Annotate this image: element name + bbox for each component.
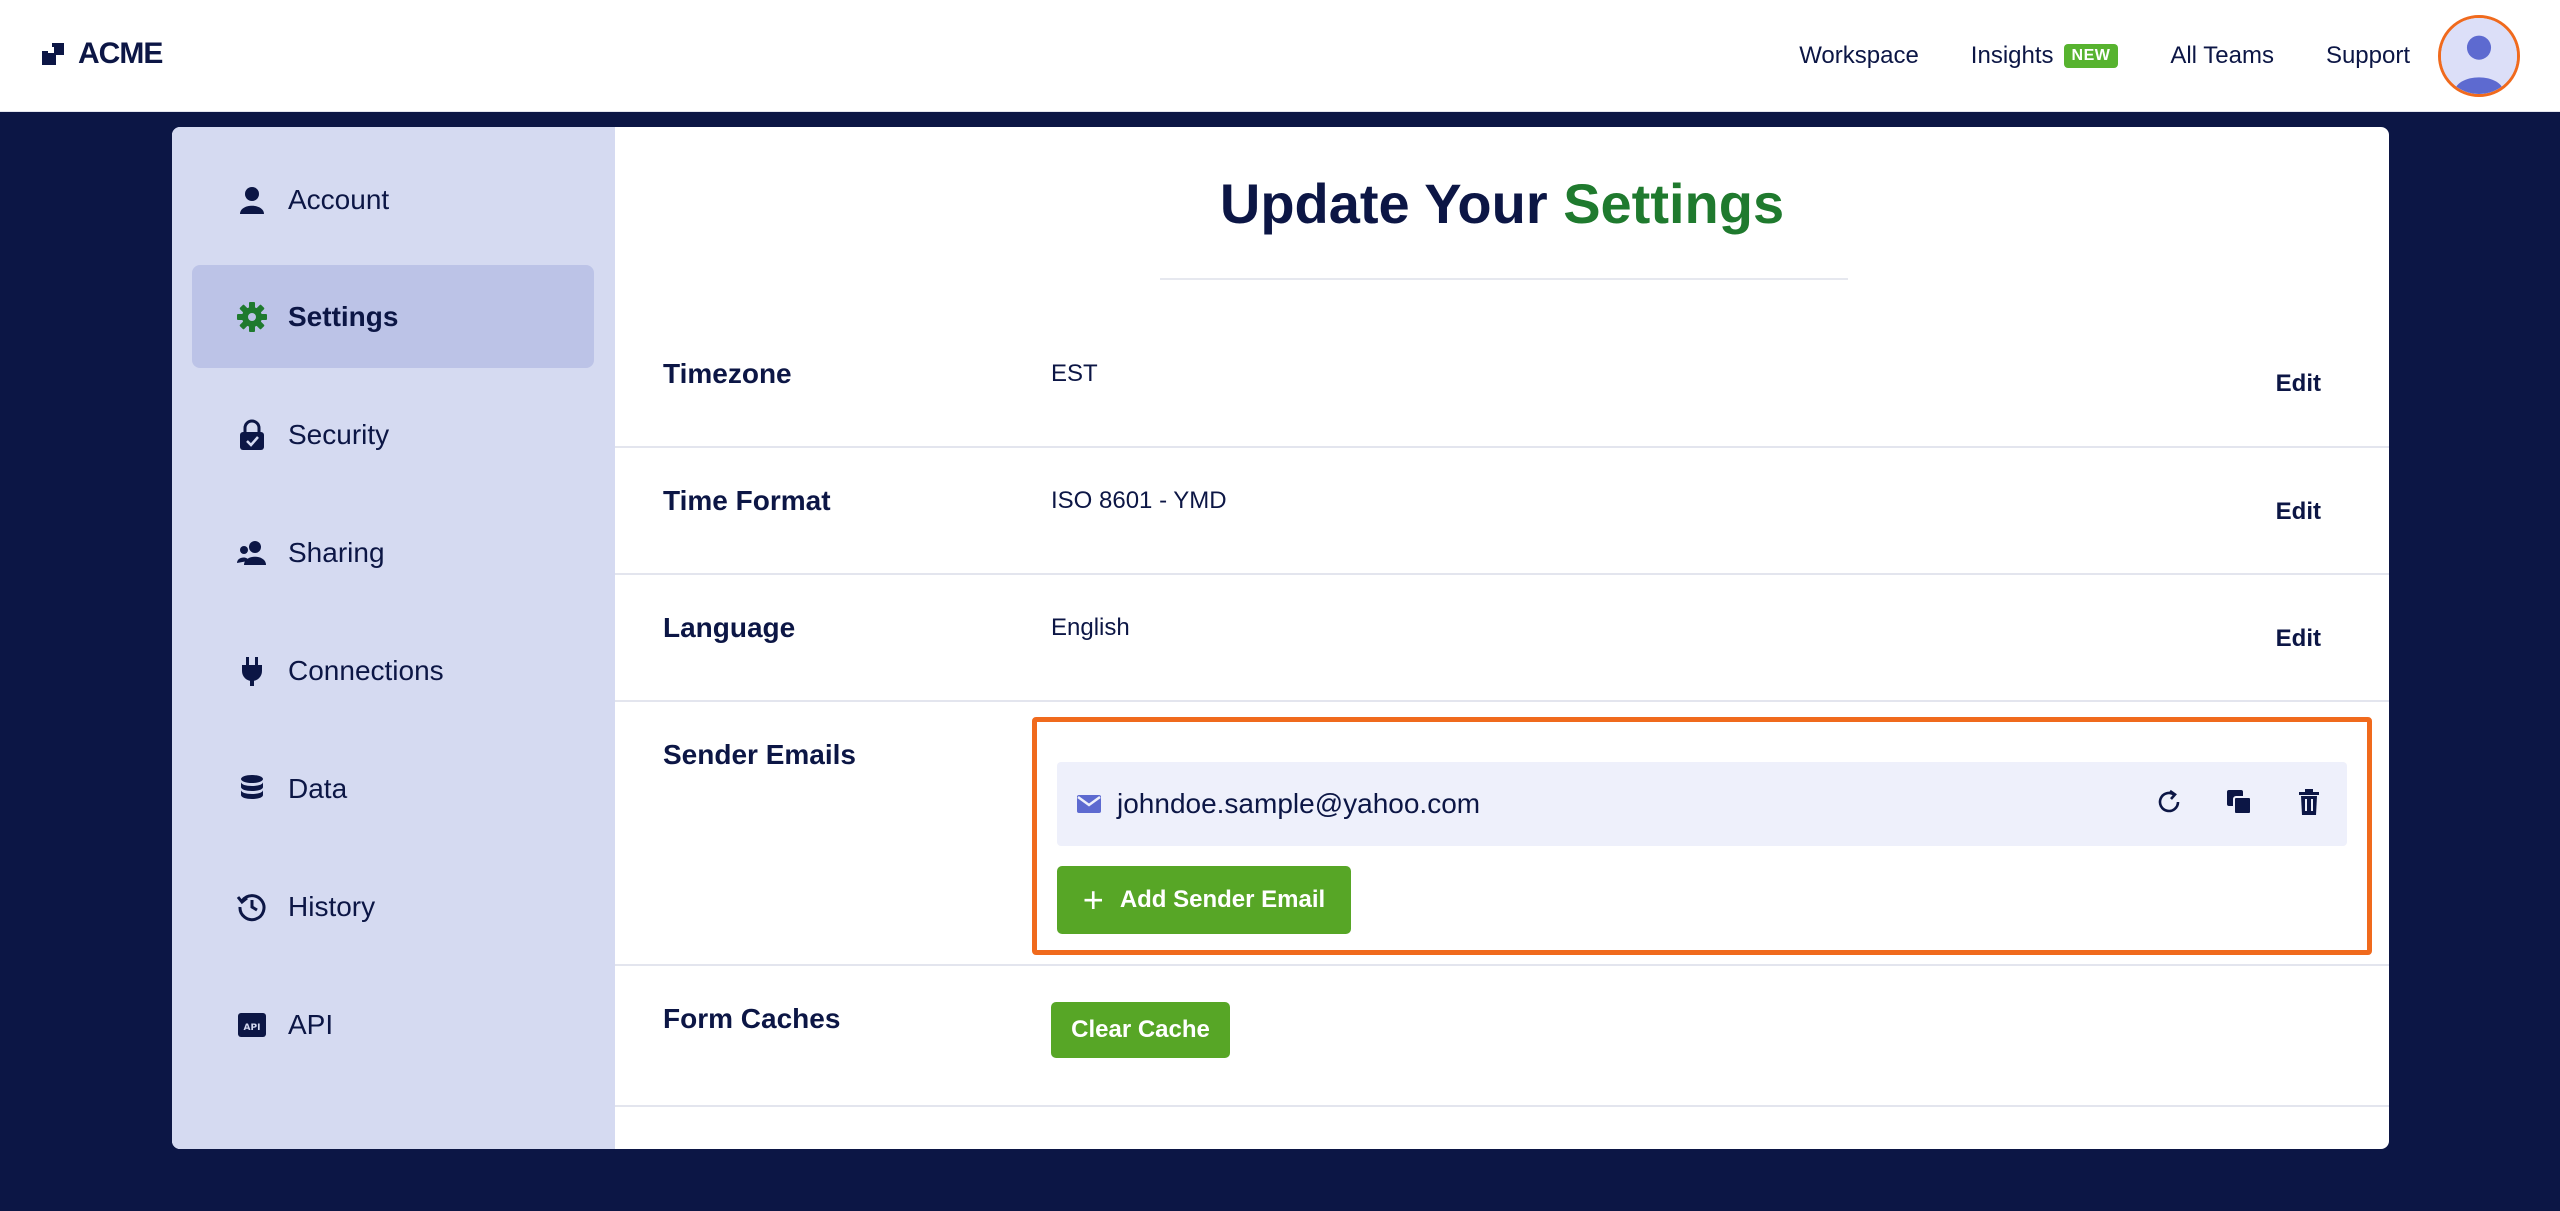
sidebar-item-account[interactable]: Account bbox=[192, 148, 594, 251]
nav-insights-label: Insights bbox=[1970, 42, 2054, 69]
clear-cache-button[interactable]: Clear Cache bbox=[1051, 1002, 1230, 1058]
logo-mark-icon bbox=[42, 43, 64, 65]
mail-icon bbox=[1077, 795, 1101, 813]
sidebar-item-label: Data bbox=[288, 772, 348, 804]
lock-icon bbox=[236, 419, 268, 451]
nav-workspace[interactable]: Workspace bbox=[1799, 42, 1919, 70]
sidebar-item-label: Connections bbox=[288, 654, 444, 686]
add-sender-email-button[interactable]: + Add Sender Email bbox=[1057, 866, 1351, 934]
database-icon bbox=[236, 773, 268, 805]
edit-timezone-button[interactable]: Edit bbox=[2276, 370, 2321, 398]
edit-language-button[interactable]: Edit bbox=[2276, 625, 2321, 653]
plus-icon: + bbox=[1082, 879, 1104, 920]
nav-all-teams[interactable]: All Teams bbox=[2170, 42, 2274, 70]
setting-row-timezone: Timezone EST Edit bbox=[615, 320, 2389, 448]
setting-value: EST bbox=[1051, 360, 1098, 387]
sidebar-item-data[interactable]: Data bbox=[192, 737, 594, 840]
plug-icon bbox=[236, 655, 268, 687]
sidebar-item-label: Account bbox=[288, 183, 390, 215]
edit-time-format-button[interactable]: Edit bbox=[2276, 498, 2321, 526]
sidebar-item-settings[interactable]: Settings bbox=[192, 265, 594, 368]
sender-email-item: johndoe.sample@yahoo.com bbox=[1057, 762, 2347, 846]
sender-emails-highlight: johndoe.sample@yahoo.com + Add Sender Em… bbox=[1032, 717, 2372, 955]
nav-support-label: Support bbox=[2325, 42, 2410, 69]
top-navigation-bar: ACME Workspace Insights NEW All Teams Su… bbox=[0, 0, 2560, 112]
history-icon bbox=[236, 891, 268, 923]
setting-row-time-format: Time Format ISO 8601 - YMD Edit bbox=[615, 448, 2389, 575]
setting-label: Time Format bbox=[663, 485, 831, 516]
setting-row-language: Language English Edit bbox=[615, 575, 2389, 702]
main-nav: Workspace Insights NEW All Teams Support bbox=[1799, 32, 2410, 80]
nav-support[interactable]: Support bbox=[2326, 42, 2410, 70]
sidebar: Account Settings Security Sharing Connec… bbox=[172, 127, 615, 1149]
acme-logo[interactable]: ACME bbox=[40, 34, 163, 74]
sidebar-item-label: History bbox=[288, 890, 376, 922]
sidebar-item-label: Security bbox=[288, 418, 390, 450]
gear-icon bbox=[236, 301, 268, 333]
setting-label: Timezone bbox=[663, 358, 792, 389]
user-avatar[interactable] bbox=[2438, 15, 2520, 97]
setting-label: Form Caches bbox=[663, 1003, 841, 1034]
setting-value: English bbox=[1051, 614, 1130, 641]
new-badge: NEW bbox=[2063, 44, 2119, 68]
nav-workspace-label: Workspace bbox=[1799, 42, 1919, 69]
setting-label: Language bbox=[663, 612, 796, 643]
sidebar-item-history[interactable]: History bbox=[192, 855, 594, 958]
sidebar-item-security[interactable]: Security bbox=[192, 383, 594, 486]
setting-label: Sender Emails bbox=[663, 739, 856, 770]
setting-row-form-caches: Form Caches Clear Cache bbox=[615, 966, 2389, 1107]
svg-text:API: API bbox=[244, 1023, 261, 1033]
nav-all-teams-label: All Teams bbox=[2170, 42, 2274, 69]
sidebar-item-connections[interactable]: Connections bbox=[192, 619, 594, 722]
setting-row-sender-emails: Sender Emails johndoe.sample@yahoo.com +… bbox=[615, 702, 2389, 966]
duplicate-icon[interactable] bbox=[2223, 786, 2255, 818]
sidebar-item-sharing[interactable]: Sharing bbox=[192, 501, 594, 604]
add-sender-email-label: Add Sender Email bbox=[1119, 886, 1326, 913]
sidebar-item-label: Settings bbox=[288, 300, 399, 332]
sender-email-address: johndoe.sample@yahoo.com bbox=[1117, 788, 1481, 819]
nav-insights[interactable]: Insights NEW bbox=[1971, 42, 2119, 70]
people-icon bbox=[236, 537, 268, 569]
trash-icon[interactable] bbox=[2293, 786, 2325, 818]
sidebar-item-label: Sharing bbox=[288, 536, 385, 568]
setting-value: ISO 8601 - YMD bbox=[1051, 487, 1227, 514]
refresh-icon[interactable] bbox=[2153, 786, 2185, 818]
user-icon bbox=[236, 184, 268, 216]
avatar-person-icon bbox=[2441, 18, 2517, 94]
sidebar-item-api[interactable]: API API bbox=[192, 973, 594, 1076]
sidebar-item-label: API bbox=[288, 1008, 334, 1040]
logo-text: ACME bbox=[78, 37, 163, 70]
email-actions bbox=[2153, 786, 2325, 818]
api-icon: API bbox=[236, 1009, 268, 1041]
settings-rows: Timezone EST Edit Time Format ISO 8601 -… bbox=[615, 127, 2389, 1149]
